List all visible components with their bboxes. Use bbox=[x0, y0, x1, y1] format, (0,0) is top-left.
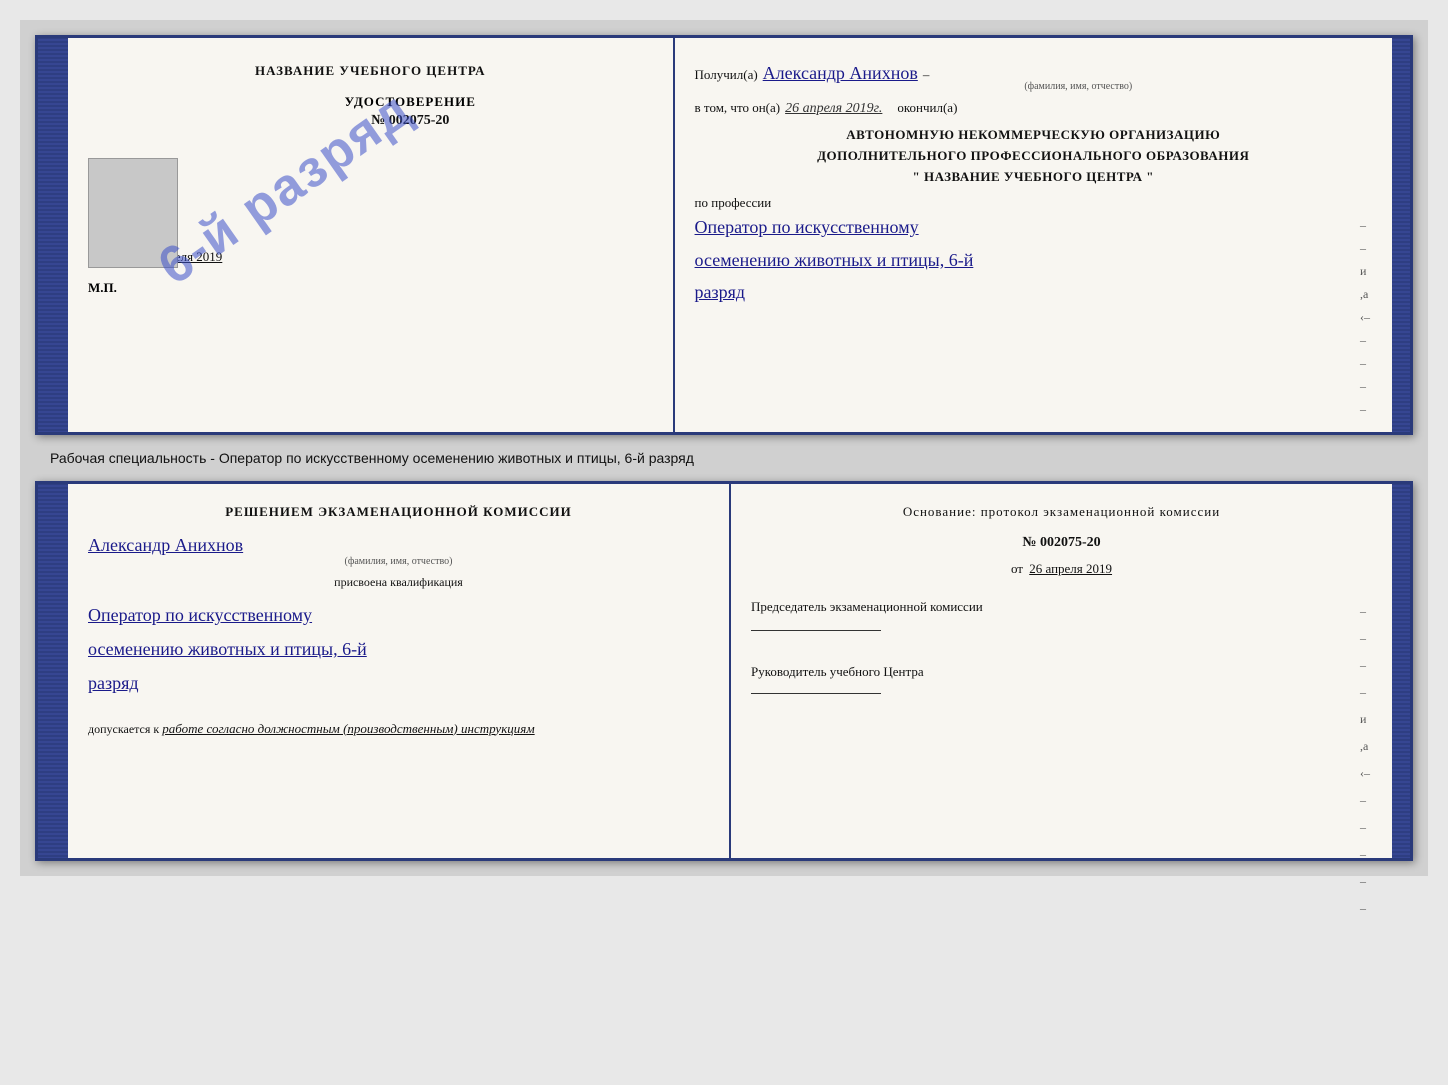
predsedatel-label: Председатель экзаменационной комиссии bbox=[751, 597, 1372, 617]
vtom-line: в том, что он(а) 26 апреля 2019г. окончи… bbox=[695, 100, 1372, 117]
bottom-name: Александр Анихнов bbox=[88, 535, 243, 555]
bottom-number: № 002075-20 bbox=[751, 535, 1372, 551]
page-wrapper: НАЗВАНИЕ УЧЕБНОГО ЦЕНТРА УДОСТОВЕРЕНИЕ №… bbox=[20, 20, 1428, 876]
dopuskaetsya-text: работе согласно должностным (производств… bbox=[162, 721, 534, 736]
po-professii-label: по профессии bbox=[695, 195, 1372, 211]
dopuskaetsya-label: допускается к bbox=[88, 722, 159, 736]
ot-date: 26 апреля 2019 bbox=[1029, 561, 1112, 576]
komissia-title: Решением экзаменационной комиссии bbox=[88, 504, 709, 520]
profession-line1: Оператор по искусственному bbox=[695, 211, 1372, 243]
bottom-right-page: Основание: протокол экзаменационной коми… bbox=[731, 484, 1392, 858]
left-title: НАЗВАНИЕ УЧЕБНОГО ЦЕНТРА bbox=[88, 63, 653, 79]
vtom-label: в том, что он(а) bbox=[695, 100, 781, 116]
rukovoditel-signature-line bbox=[751, 693, 881, 694]
bottom-spine-left bbox=[38, 484, 56, 858]
photo-placeholder bbox=[88, 158, 178, 268]
bottom-spine-left2 bbox=[56, 484, 68, 858]
qual-line2: осеменению животных и птицы, 6-й bbox=[88, 632, 709, 666]
bottom-name-hint: (фамилия, имя, отчество) bbox=[88, 556, 709, 567]
org-block: АВТОНОМНУЮ НЕКОММЕРЧЕСКУЮ ОРГАНИЗАЦИЮ ДО… bbox=[695, 125, 1372, 187]
side-decorations: – – и ,а ‹– – – – – bbox=[1360, 218, 1370, 417]
predsedatel-block: Председатель экзаменационной комиссии bbox=[751, 597, 1372, 644]
profession-line2: осеменению животных и птицы, 6-й bbox=[695, 244, 1372, 276]
book-spine-right bbox=[1392, 38, 1410, 432]
bottom-certificate-book: Решением экзаменационной комиссии Алекса… bbox=[35, 481, 1413, 861]
poluchil-line: Получил(а) Александр Анихнов – (фамилия,… bbox=[695, 63, 1372, 92]
middle-text: Рабочая специальность - Оператор по иску… bbox=[35, 445, 1413, 471]
cert-number: № 002075-20 bbox=[168, 113, 653, 129]
predsedatel-signature-line bbox=[751, 630, 881, 631]
udostoverenie-title: УДОСТОВЕРЕНИЕ bbox=[168, 94, 653, 110]
side-decorations-bottom: – – – – и ,а ‹– – – – – – bbox=[1360, 604, 1370, 916]
org-line1: АВТОНОМНУЮ НЕКОММЕРЧЕСКУЮ ОРГАНИЗАЦИЮ bbox=[695, 125, 1372, 146]
org-line2: ДОПОЛНИТЕЛЬНОГО ПРОФЕССИОНАЛЬНОГО ОБРАЗО… bbox=[695, 146, 1372, 167]
osnovanie-title: Основание: протокол экзаменационной коми… bbox=[751, 504, 1372, 520]
udostoverenie-block: УДОСТОВЕРЕНИЕ № 002075-20 bbox=[168, 94, 653, 129]
top-left-page: НАЗВАНИЕ УЧЕБНОГО ЦЕНТРА УДОСТОВЕРЕНИЕ №… bbox=[68, 38, 675, 432]
qual-line3: разряд bbox=[88, 666, 709, 700]
org-line3: " НАЗВАНИЕ УЧЕБНОГО ЦЕНТРА " bbox=[695, 167, 1372, 188]
poluchil-hint: (фамилия, имя, отчество) bbox=[1024, 81, 1132, 92]
profession-text: Оператор по искусственному осеменению жи… bbox=[695, 211, 1372, 308]
rukovoditel-label: Руководитель учебного Центра bbox=[751, 664, 1372, 680]
ot-label: от bbox=[1011, 561, 1023, 576]
top-certificate-book: НАЗВАНИЕ УЧЕБНОГО ЦЕНТРА УДОСТОВЕРЕНИЕ №… bbox=[35, 35, 1413, 435]
dopuskaetsya-block: допускается к работе согласно должностны… bbox=[88, 721, 709, 737]
rukovoditel-block: Руководитель учебного Центра bbox=[751, 664, 1372, 706]
top-right-page: Получил(а) Александр Анихнов – (фамилия,… bbox=[675, 38, 1392, 432]
prisvoena-text: присвоена квалификация bbox=[88, 575, 709, 590]
qual-line1: Оператор по искусственному bbox=[88, 598, 709, 632]
bottom-spine-right bbox=[1392, 484, 1410, 858]
bottom-left-page: Решением экзаменационной комиссии Алекса… bbox=[68, 484, 731, 858]
vtom-date: 26 апреля 2019г. bbox=[785, 101, 882, 117]
ot-date-block: от 26 апреля 2019 bbox=[751, 561, 1372, 577]
qualification-text: Оператор по искусственному осеменению жи… bbox=[88, 598, 709, 701]
book-spine-left bbox=[38, 38, 56, 432]
book-spine-left2 bbox=[56, 38, 68, 432]
okonchil-label: окончил(а) bbox=[897, 100, 957, 116]
profession-line3: разряд bbox=[695, 276, 1372, 308]
name-block-bottom: Александр Анихнов (фамилия, имя, отчеств… bbox=[88, 535, 709, 567]
mp-block: М.П. bbox=[88, 280, 653, 296]
